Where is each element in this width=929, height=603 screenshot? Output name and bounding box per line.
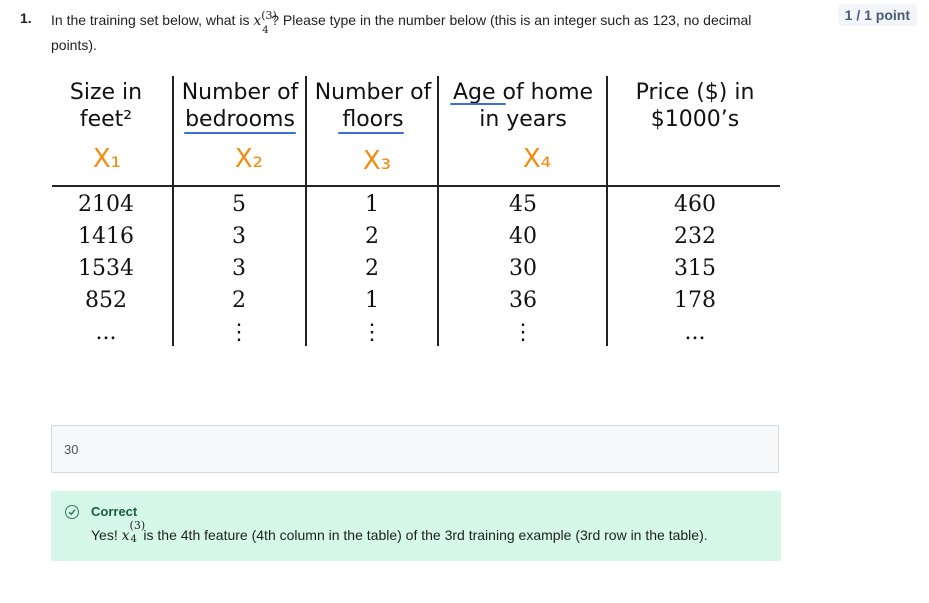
math-indices: (3) 4: [130, 519, 146, 545]
check-circle-icon: [65, 505, 79, 519]
column-divider: [305, 76, 307, 346]
column-divider: [606, 76, 608, 346]
table-cell: 40: [509, 224, 537, 249]
handwritten-x3: X₃: [362, 146, 392, 176]
math-superscript: (3): [129, 519, 146, 532]
math-variable: x: [121, 528, 130, 544]
answer-input[interactable]: 30: [51, 425, 779, 473]
table-cell: 2: [365, 256, 379, 281]
question-text: In the training set below, what is x (3) 4…: [51, 8, 781, 57]
header-bedrooms: Number of bedrooms: [176, 79, 304, 133]
header-price-line1: Price ($) in: [635, 80, 755, 105]
table-cell: 178: [674, 288, 716, 313]
answer-value: 30: [64, 442, 79, 457]
table-cell: 5: [232, 192, 246, 217]
handwritten-x4: X₄: [522, 144, 552, 174]
header-divider: [52, 185, 780, 187]
header-floors-line1: Number of: [314, 80, 432, 105]
table-cell: 3: [232, 256, 246, 281]
feedback-text-end: is the 4th feature (4th column in the ta…: [139, 527, 708, 543]
table-cell: 1: [365, 288, 379, 313]
column-divider: [437, 76, 439, 346]
table-cell: 460: [674, 192, 716, 217]
table-cell: 45: [509, 192, 537, 217]
header-price-line2: $1000’s: [650, 107, 740, 132]
table-cell: 232: [674, 224, 716, 249]
header-age-line1: Age of home: [452, 80, 594, 105]
table-cell: 30: [509, 256, 537, 281]
table-ellipsis: ⋮: [228, 320, 250, 345]
column-divider: [172, 76, 174, 346]
table-cell: 1534: [78, 256, 134, 281]
feedback-explanation: Yes! x (3) 4 is the 4th feature (4th colum…: [91, 519, 708, 545]
training-set-figure: Size in feet² Number of bedrooms Number …: [52, 74, 780, 354]
header-floors: Number of floors: [308, 79, 438, 133]
table-ellipsis: ...: [95, 320, 117, 345]
table-cell: 2: [365, 224, 379, 249]
header-size-line1: Size in: [69, 80, 143, 105]
table-cell: 3: [232, 224, 246, 249]
feedback-panel: Correct Yes! x (3) 4 is the 4th feature (4…: [51, 491, 781, 561]
header-price: Price ($) in $1000’s: [610, 79, 780, 133]
feedback-text-start: Yes!: [91, 527, 122, 543]
table-cell: 1: [365, 192, 379, 217]
table-cell: 315: [674, 256, 716, 281]
feedback-status: Correct: [91, 504, 138, 519]
math-subscript: 4: [130, 534, 137, 545]
header-size: Size in feet²: [52, 79, 160, 133]
bedrooms-underline: [184, 132, 296, 134]
math-variable: x: [253, 13, 262, 29]
math-indices: (3) 4: [261, 9, 277, 36]
age-underline: [450, 103, 506, 105]
table-cell: 2104: [78, 192, 134, 217]
table-ellipsis: ⋮: [361, 320, 383, 345]
handwritten-x1: X₁: [92, 144, 122, 174]
table-cell: 2: [232, 288, 246, 313]
header-bedrooms-line1: Number of: [181, 80, 299, 105]
table-ellipsis: ...: [684, 320, 706, 345]
floors-underline: [338, 132, 404, 134]
table-ellipsis: ⋮: [512, 320, 534, 345]
header-age-line2: in years: [479, 107, 567, 132]
header-age: Age of home in years: [442, 79, 604, 133]
header-size-line2: feet²: [79, 107, 133, 132]
table-cell: 852: [85, 288, 127, 313]
points-badge: 1 / 1 point: [837, 4, 917, 26]
table-cell: 36: [509, 288, 537, 313]
handwritten-x2: X₂: [234, 144, 264, 174]
question-text-start: In the training set below, what is: [51, 12, 254, 28]
question-number: 1.: [20, 10, 32, 26]
header-bedrooms-line2: bedrooms: [185, 107, 295, 132]
math-subscript: 4: [262, 25, 269, 36]
header-floors-line2: floors: [342, 107, 404, 132]
table-cell: 1416: [78, 224, 134, 249]
